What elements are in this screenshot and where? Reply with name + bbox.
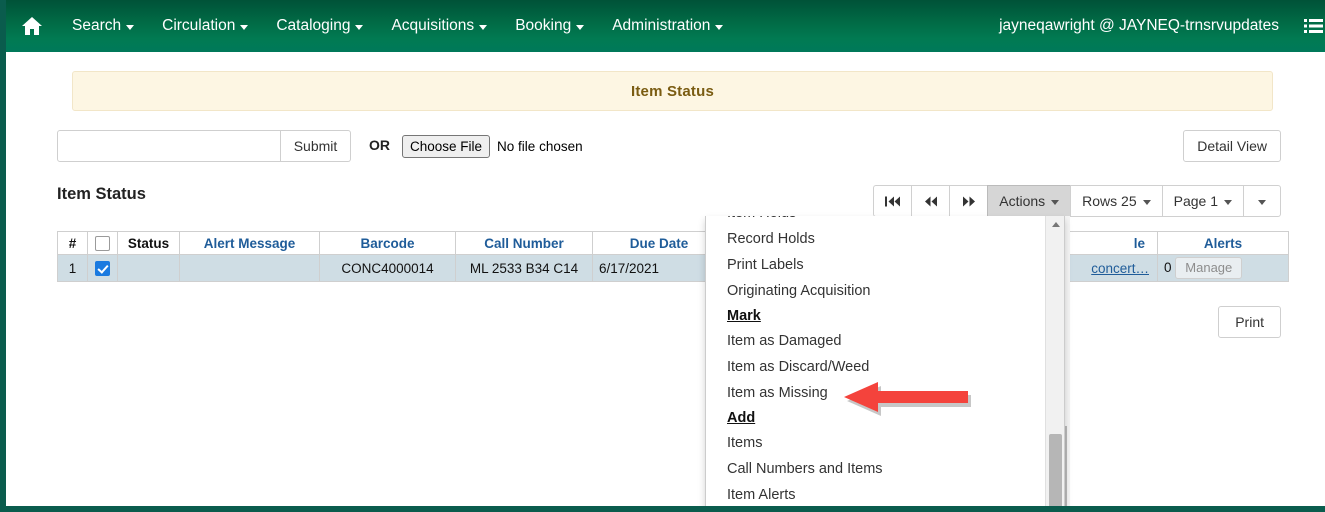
actions-button[interactable]: Actions — [987, 185, 1071, 217]
item-status-grid: # Status Alert Message Barcode Call Numb… — [57, 231, 1289, 282]
detail-view-button[interactable]: Detail View — [1183, 130, 1281, 162]
navbar-left-group: Search Circulation Cataloging Acquisitio… — [6, 0, 737, 52]
nav-item-booking[interactable]: Booking — [501, 0, 598, 52]
current-user-label: jayneqawright @ JAYNEQ-trnsrvupdates — [999, 17, 1279, 34]
item-lookup-form: Submit OR Choose File No file chosen — [57, 130, 1287, 162]
column-header-status: Status — [117, 231, 180, 255]
actions-dropdown-menu[interactable]: Item Holds Record Holds Print Labels Ori… — [705, 216, 1065, 506]
next-page-icon[interactable] — [949, 185, 988, 217]
actions-menu-list: Item Holds Record Holds Print Labels Ori… — [706, 216, 1047, 506]
chevron-down-icon — [715, 24, 724, 30]
submit-button[interactable]: Submit — [281, 130, 351, 162]
scroll-up-icon[interactable] — [1046, 216, 1064, 233]
table-header-row: # Status Alert Message Barcode Call Numb… — [57, 231, 1289, 255]
row-select-checkbox[interactable] — [95, 260, 110, 276]
menu-item-item-alerts[interactable]: Item Alerts — [706, 482, 1047, 506]
print-button[interactable]: Print — [1218, 306, 1281, 338]
nav-item-label: Administration — [612, 17, 711, 34]
column-header-call-number[interactable]: Call Number — [455, 231, 593, 255]
column-header-alert-message[interactable]: Alert Message — [179, 231, 320, 255]
file-upload-group: Choose File No file chosen — [402, 135, 583, 158]
actions-menu-scrollbar-thumb[interactable] — [1049, 434, 1062, 506]
menu-item-item-as-missing[interactable]: Item as Missing — [706, 380, 1047, 406]
nav-item-search[interactable]: Search — [58, 0, 148, 52]
actions-button-label: Actions — [999, 193, 1046, 209]
first-page-icon[interactable] — [873, 185, 912, 217]
choose-file-button[interactable]: Choose File — [402, 135, 491, 158]
more-options-button[interactable] — [1243, 185, 1281, 217]
column-header-alerts[interactable]: Alerts — [1157, 231, 1289, 255]
page-selector-button[interactable]: Page 1 — [1161, 185, 1243, 217]
cell-alert-message — [179, 254, 320, 282]
select-all-checkbox[interactable] — [95, 235, 110, 251]
nav-item-label: Acquisitions — [391, 17, 475, 34]
actions-menu-scrollbar[interactable] — [1045, 216, 1064, 506]
browser-page-frame: Search Circulation Cataloging Acquisitio… — [0, 0, 1325, 512]
barcode-input[interactable] — [57, 130, 281, 162]
nav-item-administration[interactable]: Administration — [598, 0, 737, 52]
chevron-down-icon — [240, 24, 249, 30]
chevron-down-icon — [355, 24, 364, 30]
or-label: OR — [369, 137, 390, 153]
navbar-right-group: jayneqawright @ JAYNEQ-trnsrvupdates — [999, 0, 1325, 52]
menu-item-item-as-damaged[interactable]: Item as Damaged — [706, 328, 1047, 354]
table-row[interactable]: 1 CONC4000014 ML 2533 B34 C14 6/17/2021 … — [57, 254, 1289, 282]
list-menu-icon[interactable] — [1295, 0, 1325, 52]
grid-toolbar: Actions Rows 25 Page 1 — [873, 185, 1281, 217]
chevron-down-icon — [1051, 200, 1060, 205]
title-link[interactable]: concert… — [1091, 261, 1149, 276]
rows-per-page-label: Rows 25 — [1082, 193, 1137, 209]
page-selector-label: Page 1 — [1173, 193, 1218, 209]
chevron-down-icon — [479, 24, 488, 30]
column-header-barcode[interactable]: Barcode — [319, 231, 456, 255]
column-header-select-all[interactable] — [87, 231, 118, 255]
page-title: Item Status — [630, 82, 715, 100]
alerts-count: 0 — [1164, 260, 1172, 275]
nav-item-label: Booking — [515, 17, 572, 34]
nav-item-circulation[interactable]: Circulation — [148, 0, 262, 52]
chevron-down-icon — [1258, 200, 1266, 205]
cell-index: 1 — [57, 254, 88, 282]
nav-item-label: Search — [72, 17, 122, 34]
item-status-table: # Status Alert Message Barcode Call Numb… — [57, 231, 1289, 282]
menu-item-call-numbers-and-items[interactable]: Call Numbers and Items — [706, 456, 1047, 482]
cell-alerts: 0 Manage — [1157, 254, 1289, 282]
cell-status — [117, 254, 180, 282]
chevron-down-icon — [576, 24, 585, 30]
menu-group-add: Add — [727, 410, 756, 426]
cell-row-checkbox[interactable] — [87, 254, 118, 282]
column-header-index: # — [57, 231, 88, 255]
home-icon[interactable] — [6, 0, 58, 52]
menu-item-originating-acquisition[interactable]: Originating Acquisition — [706, 278, 1047, 304]
menu-item-item-holds[interactable]: Item Holds — [706, 216, 1047, 226]
nav-item-label: Circulation — [162, 17, 236, 34]
manage-alerts-button[interactable]: Manage — [1175, 257, 1243, 279]
page-title-banner: Item Status — [72, 71, 1273, 111]
cell-barcode: CONC4000014 — [319, 254, 456, 282]
chevron-down-icon — [1224, 200, 1232, 205]
menu-item-items[interactable]: Items — [706, 430, 1047, 456]
nav-item-cataloging[interactable]: Cataloging — [262, 0, 377, 52]
section-heading: Item Status — [57, 185, 146, 203]
chevron-down-icon — [1142, 200, 1151, 205]
cell-call-number: ML 2533 B34 C14 — [455, 254, 593, 282]
nav-item-label: Cataloging — [276, 17, 351, 34]
nav-item-acquisitions[interactable]: Acquisitions — [377, 0, 501, 52]
menu-group-mark: Mark — [727, 308, 761, 324]
rows-per-page-button[interactable]: Rows 25 — [1070, 185, 1162, 217]
file-status-label: No file chosen — [497, 139, 583, 154]
previous-page-icon[interactable] — [911, 185, 950, 217]
menu-item-record-holds[interactable]: Record Holds — [706, 226, 1047, 252]
top-navigation-bar: Search Circulation Cataloging Acquisitio… — [6, 0, 1325, 52]
chevron-down-icon — [126, 24, 135, 30]
menu-item-item-as-discard-weed[interactable]: Item as Discard/Weed — [706, 354, 1047, 380]
menu-item-print-labels[interactable]: Print Labels — [706, 252, 1047, 278]
